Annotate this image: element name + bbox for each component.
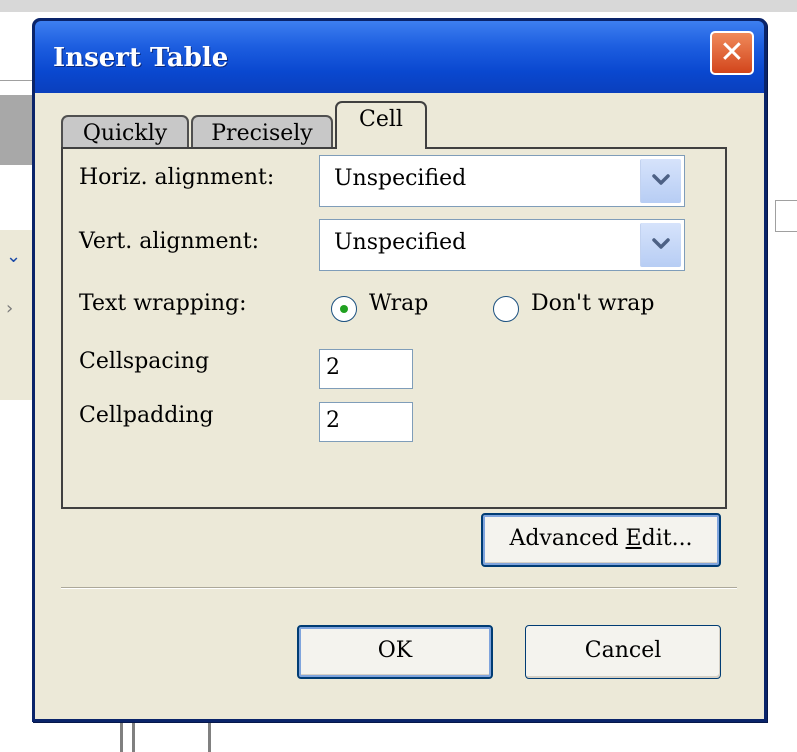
chevron-down-icon [652,238,670,249]
dont-wrap-radio-label[interactable]: Don't wrap [531,291,654,316]
advanced-edit-button[interactable]: Advanced Edit... [481,513,721,567]
background-divider [132,722,135,752]
button-separator [61,587,737,589]
title-bar[interactable]: Insert Table ✕ [35,21,764,93]
background-divider [120,722,123,752]
close-button[interactable]: ✕ [710,31,754,75]
advanced-edit-label-suffix: dit... [641,526,693,551]
radio-selected-icon [340,305,348,313]
dropdown-arrow-button[interactable] [640,223,681,267]
wrap-radio-label[interactable]: Wrap [369,291,428,316]
background-right-panel [775,200,797,232]
dont-wrap-radio[interactable] [493,296,519,322]
cellspacing-label: Cellspacing [79,349,210,374]
dialog-title: Insert Table [53,43,229,73]
ok-button[interactable]: OK [297,625,493,679]
horiz-alignment-select[interactable]: Unspecified [319,155,685,207]
horiz-alignment-value: Unspecified [334,166,467,191]
background-chevron-right-icon: › [6,298,14,319]
text-wrapping-label: Text wrapping: [79,291,247,316]
vert-alignment-label: Vert. alignment: [79,229,259,254]
tab-cell[interactable]: Cell [335,101,427,149]
vert-alignment-value: Unspecified [334,230,467,255]
dropdown-arrow-button[interactable] [640,159,681,203]
insert-table-dialog: Insert Table ✕ Quickly Precisely Cell Ho… [32,18,767,722]
horiz-alignment-label: Horiz. alignment: [79,165,275,190]
close-icon: ✕ [719,35,745,70]
advanced-edit-mnemonic: E [625,526,642,551]
cellpadding-label: Cellpadding [79,403,214,428]
wrap-radio[interactable] [331,296,357,322]
cellspacing-input[interactable]: 2 [319,349,413,389]
dialog-body: Quickly Precisely Cell Horiz. alignment:… [35,93,764,719]
background-chevron-down-icon: ⌄ [6,246,22,267]
chevron-down-icon [652,174,670,185]
advanced-edit-label-prefix: Advanced [509,526,626,551]
cellpadding-input[interactable]: 2 [319,402,413,442]
cancel-button[interactable]: Cancel [525,625,721,679]
cell-tab-panel: Horiz. alignment: Unspecified Vert. alig… [61,147,727,509]
background-divider [208,722,211,752]
vert-alignment-select[interactable]: Unspecified [319,219,685,271]
